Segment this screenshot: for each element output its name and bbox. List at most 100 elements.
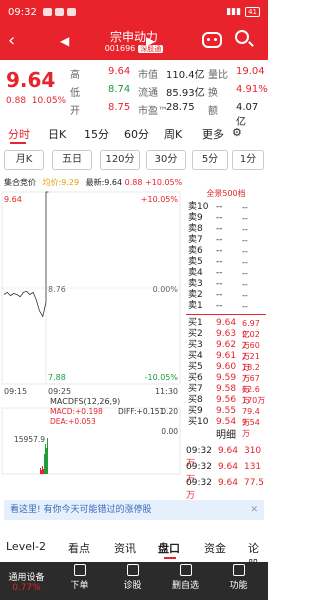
period-buttons: 月K 五日 120分 30分 5分 1分	[0, 148, 268, 172]
quote-label: 换	[208, 88, 218, 99]
buy-row[interactable]: 买6 9.59 7.67万	[186, 373, 266, 394]
latest-price: 最新:9.64	[85, 178, 123, 187]
buy-price: 9.58	[216, 384, 237, 394]
sell-level: 卖4	[188, 268, 203, 278]
sell-level: 卖1	[188, 301, 203, 311]
sell-price: --	[216, 246, 223, 256]
volume-bar	[46, 448, 47, 474]
stock-title: 宗申动力	[109, 30, 158, 44]
tab-0[interactable]: 分时	[8, 126, 30, 142]
buy-row[interactable]: 买5 9.60 18.2万	[186, 362, 266, 383]
toolbar-label: 删自选	[171, 581, 199, 591]
sell-price: --	[216, 257, 223, 267]
buy-level: 买6	[188, 373, 203, 383]
tab-2[interactable]: 15分	[84, 126, 109, 142]
buy-price: 9.60	[216, 362, 237, 372]
buy-row[interactable]: 买9 9.55 79.4万	[186, 406, 266, 427]
bottom-tab-1[interactable]: 看点	[68, 540, 90, 556]
auction-label: 集合竞价	[4, 178, 36, 187]
intraday-chart[interactable]: 9.64 8.76 7.88 +10.05% 0.00% -10.05% 09:15 09:2…	[0, 188, 182, 476]
sell-price: --	[216, 279, 223, 289]
buy-row[interactable]: 买8 9.56 170万	[186, 395, 266, 406]
pct-label-top: +10.05%	[141, 195, 179, 204]
sell-row[interactable]: 卖8 -- --	[186, 224, 266, 235]
bottom-toolbar: 通用设备 0.77% 下单 诊股 删自选 功能	[0, 562, 268, 600]
bottom-tab-4[interactable]: 资金	[204, 540, 226, 556]
buy-row[interactable]: 买2 9.63 2.02万	[186, 329, 266, 350]
bottom-tab-3[interactable]: 盘口	[158, 540, 180, 556]
quote-label: 市盈™	[138, 106, 168, 117]
sell-row[interactable]: 卖2 -- --	[186, 290, 266, 301]
next-stock-button[interactable]: ▶	[146, 34, 155, 48]
toolbar-item-1[interactable]: 下单	[53, 564, 106, 591]
robot-icon[interactable]	[202, 32, 222, 48]
price-line	[3, 191, 49, 318]
quote-value: 4.91%	[236, 84, 268, 95]
period-5[interactable]: 1分	[232, 150, 264, 170]
sell-row[interactable]: 卖6 -- --	[186, 246, 266, 257]
period-4[interactable]: 5分	[192, 150, 228, 170]
quote-label: 高	[70, 70, 80, 81]
quote-label: 低	[70, 88, 80, 99]
tab-3[interactable]: 60分	[124, 126, 149, 142]
volume-bar	[47, 438, 48, 474]
sell-row[interactable]: 卖4 -- --	[186, 268, 266, 279]
x-label: 11:30	[155, 387, 178, 396]
order-book: 全景500档 卖10 -- -- 卖9 -- -- 卖8 -- -- 卖7 -- -- 卖6 -- -- 卖5…	[186, 188, 266, 438]
quote-label: 额	[208, 106, 218, 117]
stock-code: 001696 深股通	[0, 44, 268, 54]
period-3[interactable]: 30分	[146, 150, 186, 170]
settings-icon[interactable]: ⚙	[232, 126, 242, 139]
sell-volume: --	[242, 302, 248, 311]
sell-price: --	[216, 301, 223, 311]
bottom-tab-underline	[164, 557, 176, 559]
period-1[interactable]: 五日	[52, 150, 92, 170]
toolbar-label: 诊股	[123, 581, 142, 591]
sell-row[interactable]: 卖5 -- --	[186, 257, 266, 268]
stock-code-text: 001696	[104, 44, 136, 53]
period-0[interactable]: 月K	[4, 150, 44, 170]
sell-row[interactable]: 卖7 -- --	[186, 235, 266, 246]
sell-row[interactable]: 卖3 -- --	[186, 279, 266, 290]
buy-row[interactable]: 买3 9.62 2.60万	[186, 340, 266, 361]
buy-row[interactable]: 买4 9.61 2.21万	[186, 351, 266, 372]
buy-row[interactable]: 买7 9.58 62.6万	[186, 384, 266, 405]
close-icon[interactable]: ✕	[250, 500, 258, 520]
macd-value: MACD:+0.198	[50, 407, 103, 416]
quote-value: 28.75	[166, 102, 195, 113]
buy-row[interactable]: 买1 9.64 6.97亿	[186, 318, 266, 339]
pct-label-bottom: -10.05%	[145, 373, 179, 382]
sell-level: 卖9	[188, 213, 203, 223]
search-icon[interactable]	[235, 30, 249, 44]
toolbar-label: 功能	[229, 581, 248, 591]
sell-level: 卖7	[188, 235, 203, 245]
details-tab[interactable]: 明细	[186, 426, 266, 441]
sell-level: 卖6	[188, 246, 203, 256]
bottom-tab-2[interactable]: 资讯	[114, 540, 136, 556]
battery-icon: 41	[245, 7, 260, 17]
tab-5[interactable]: 更多	[202, 126, 224, 142]
toolbar-item-3[interactable]: 删自选	[159, 564, 212, 591]
toolbar-item-0[interactable]: 通用设备 0.77%	[0, 564, 53, 593]
sell-row[interactable]: 卖1 -- --	[186, 301, 266, 312]
notification-icons	[42, 8, 76, 16]
sell-row[interactable]: 卖9 -- --	[186, 213, 266, 224]
bottom-tab-0[interactable]: Level-2	[6, 540, 46, 553]
current-price: 9.64	[6, 68, 56, 92]
toolbar-item-2[interactable]: 诊股	[106, 564, 159, 591]
promo-banner[interactable]: 看这里! 有你今天可能错过的涨停股 ✕	[4, 500, 264, 520]
pct-label-mid: 0.00%	[153, 285, 179, 294]
latest-pct: +10.05%	[145, 178, 183, 187]
sell-level: 卖3	[188, 279, 203, 289]
buy-level: 买2	[188, 329, 203, 339]
sell-row[interactable]: 卖10 -- --	[186, 202, 266, 213]
dea-value: DEA:+0.053	[50, 417, 96, 426]
price-change: 0.88 10.05%	[6, 96, 66, 106]
period-2[interactable]: 120分	[100, 150, 140, 170]
toolbar-label: 通用设备	[8, 573, 45, 583]
sell-volume: --	[242, 291, 248, 300]
toolbar-item-4[interactable]: 功能	[212, 564, 265, 591]
buy-price: 9.59	[216, 373, 237, 383]
tab-4[interactable]: 周K	[164, 126, 182, 142]
tab-1[interactable]: 日K	[48, 126, 66, 142]
